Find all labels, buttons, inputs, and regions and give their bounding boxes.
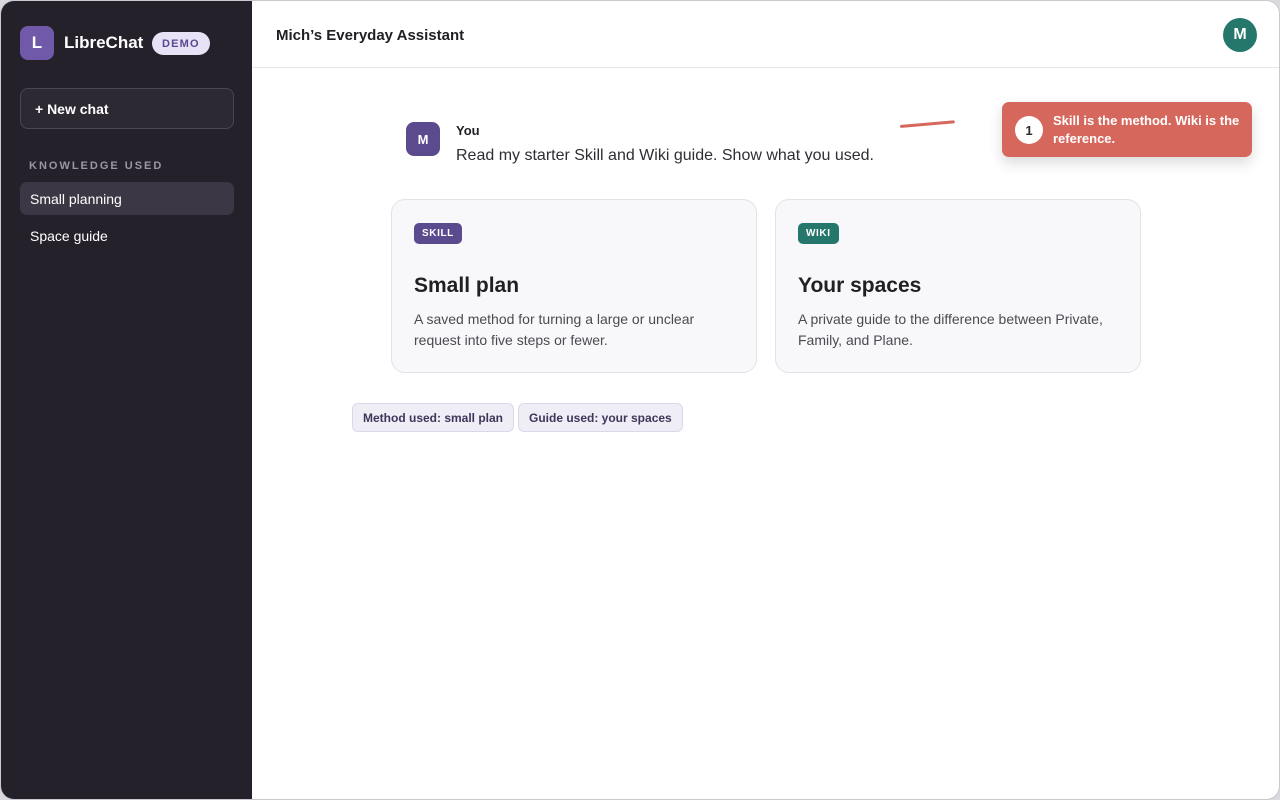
app-name: LibreChat [64,33,144,52]
skill-tag: SKILL [414,223,462,244]
message-text: Read my starter Skill and Wiki guide. Sh… [456,147,874,164]
message-avatar: M [406,122,440,156]
knowledge-section-label: KNOWLEDGE USED [29,160,164,172]
skill-card-title: Small plan [414,274,520,297]
wiki-card-description: A private guide to the difference betwee… [798,311,1103,348]
wiki-card-title: Your spaces [798,274,922,297]
callout-number: 1 [1015,116,1043,144]
method-used-pill[interactable]: Method used: small plan [352,403,515,432]
message-author: You [456,123,480,138]
user-avatar[interactable]: M [1223,18,1257,52]
sidebar: L LibreChat DEMO + New chat KNOWLEDGE US… [1,1,252,799]
callout-connector-line [899,120,955,128]
skill-card[interactable]: SKILL Small plan A saved method for turn… [391,199,757,373]
new-chat-button[interactable]: + New chat [20,88,234,129]
sidebar-item-small-planning[interactable]: Small planning [20,182,234,215]
annotation-callout: 1 Skill is the method. Wiki is the refer… [1002,102,1252,157]
wiki-card[interactable]: WIKI Your spaces A private guide to the … [775,199,1141,373]
page-title: Mich’s Everyday Assistant [276,27,465,44]
app-window: L LibreChat DEMO + New chat KNOWLEDGE US… [0,0,1280,800]
callout-text: Skill is the method. Wiki is the referen… [1053,113,1240,146]
top-bar: Mich’s Everyday Assistant M [252,1,1279,68]
sidebar-item-space-guide[interactable]: Space guide [20,219,234,252]
guide-used-pill[interactable]: Guide used: your spaces [518,403,683,432]
wiki-tag: WIKI [798,223,839,244]
demo-badge: DEMO [152,32,210,55]
skill-card-description: A saved method for turning a large or un… [414,311,695,348]
app-logo: L [20,26,54,60]
